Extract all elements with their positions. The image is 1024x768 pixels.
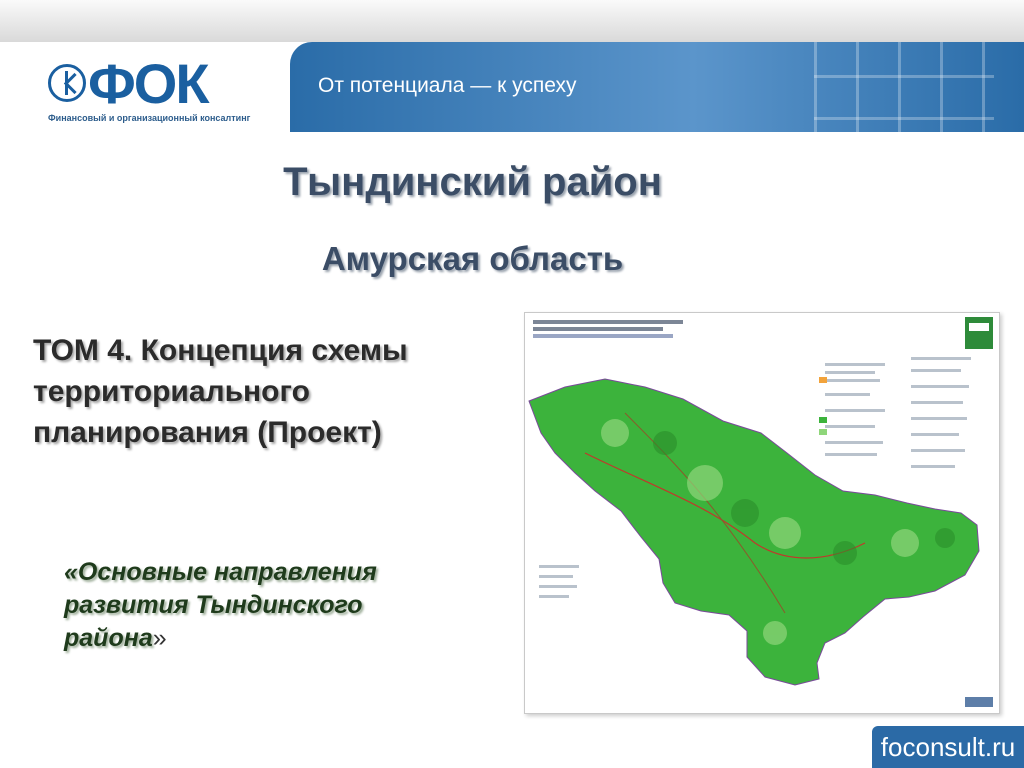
map-logo-icon xyxy=(965,697,993,707)
directions-text: «Основные направления развития Тындинско… xyxy=(64,556,444,655)
slogan: От потенциала — к успеху xyxy=(318,74,577,97)
top-strip xyxy=(0,0,1024,42)
page-title: Тындинский район xyxy=(283,160,662,204)
header-banner: От потенциала — к успеху xyxy=(290,42,1024,132)
logo-word: ФОК xyxy=(88,52,210,115)
coat-of-arms-icon xyxy=(965,317,993,349)
directions-closing-quote: » xyxy=(152,624,167,652)
window-grid-decoration xyxy=(814,42,994,132)
page-subtitle: Амурская область xyxy=(321,240,624,277)
logo-subtitle: Финансовый и организационный консалтинг xyxy=(48,113,251,123)
district-map-image xyxy=(524,312,1000,714)
map-drawing xyxy=(528,317,993,707)
logo-k-icon xyxy=(48,64,86,102)
directions-main: «Основные направления развития Тындинско… xyxy=(64,558,377,652)
volume-title: ТОМ 4. Концепция схемы территориального … xyxy=(33,334,408,449)
footer-site-link[interactable]: foconsult.ru xyxy=(872,726,1024,768)
